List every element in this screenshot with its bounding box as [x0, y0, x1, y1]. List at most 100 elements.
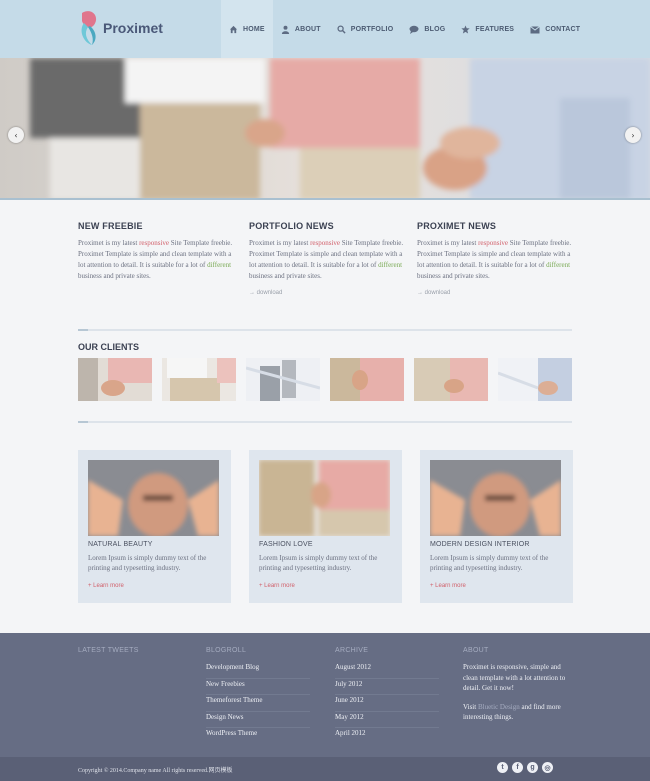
site-header: Proximet HOME ABOUT PORTFOLIO BLOG FEATU… [0, 0, 650, 58]
column-proximet-news: PROXIMET NEWS Proximet is my latest resp… [417, 221, 575, 296]
nav-about-label: ABOUT [294, 25, 321, 33]
archive-link[interactable]: August 2012 [335, 662, 439, 679]
archive-link[interactable]: April 2012 [335, 728, 439, 745]
logo-icon [81, 11, 97, 45]
text-part: Proximet is my latest [249, 239, 311, 247]
column-text: Proximet is my latest responsive Site Te… [78, 238, 236, 282]
learn-more-link[interactable]: + Learn more [259, 583, 295, 589]
text-part: business and private sites. [249, 272, 322, 280]
footer-bottom-bar: Copyright © 2014.Company name All rights… [0, 757, 650, 781]
about-text: Proximet is responsive, simple and clean… [463, 663, 566, 692]
feature-card: FASHION LOVE Lorem Ipsum is simply dummy… [249, 450, 402, 603]
nav-portfolio-label: PORTFOLIO [350, 25, 394, 33]
slider-next-button[interactable]: › [625, 127, 641, 143]
nav-features[interactable]: FEATURES [453, 0, 522, 58]
client-logo[interactable] [498, 358, 572, 401]
visit-link[interactable]: Bluetic Design [478, 703, 520, 711]
search-icon [337, 24, 346, 34]
logo[interactable]: Proximet [78, 8, 163, 48]
feature-card: NATURAL BEAUTY Lorem Ipsum is simply dum… [78, 450, 231, 603]
download-link[interactable]: → download [417, 290, 575, 296]
nav-portfolio[interactable]: PORTFOLIO [329, 0, 402, 58]
footer-blogroll: BLOGROLL Development Blog New Freebies T… [206, 647, 310, 745]
blogroll-link[interactable]: Development Blog [206, 662, 310, 679]
copyright: Copyright © 2014.Company name All rights… [78, 768, 233, 774]
user-icon [281, 25, 289, 34]
nav-blog[interactable]: BLOG [401, 0, 453, 58]
feature-text: Lorem Ipsum is simply dummy text of the … [88, 554, 207, 572]
text-part: Visit [463, 702, 478, 711]
blogroll-link[interactable]: Design News [206, 712, 310, 728]
archive-link[interactable]: May 2012 [335, 712, 439, 728]
column-text: Proximet is my latest responsive Site Te… [249, 238, 407, 282]
download-link[interactable]: → download [249, 290, 407, 296]
nav-home[interactable]: HOME [221, 0, 273, 58]
about-visit: Visit Bluetic Design and find more inter… [463, 702, 573, 723]
hero-image [0, 58, 650, 198]
link-responsive[interactable]: responsive [478, 239, 508, 247]
column-title: NEW FREEBIE [78, 221, 143, 231]
star-icon [461, 24, 471, 33]
slider-prev-button[interactable]: ‹ [8, 127, 24, 143]
client-logo[interactable] [414, 358, 488, 401]
link-different[interactable]: different [207, 261, 231, 269]
client-logo[interactable] [330, 358, 404, 401]
column-new-freebie: NEW FREEBIE Proximet is my latest respon… [78, 221, 236, 282]
blogroll-link[interactable]: WordPress Theme [206, 728, 310, 745]
hero-slider[interactable]: ‹ › [0, 58, 650, 200]
nav-features-label: FEATURES [475, 25, 515, 33]
facebook-icon[interactable]: f [512, 762, 523, 773]
mail-icon [530, 25, 540, 33]
column-text: Proximet is my latest responsive Site Te… [417, 238, 575, 282]
footer-heading: ARCHIVE [335, 647, 369, 654]
nav-home-label: HOME [243, 25, 265, 33]
social-links: t f g ◎ [497, 762, 557, 773]
link-different[interactable]: different [378, 261, 402, 269]
link-responsive[interactable]: responsive [310, 239, 340, 247]
main-nav: HOME ABOUT PORTFOLIO BLOG FEATURES CONTA… [221, 0, 588, 58]
divider [78, 329, 572, 331]
footer-tweets: LATEST TWEETS [78, 647, 139, 662]
feature-title: NATURAL BEAUTY [88, 541, 153, 548]
column-title: PORTFOLIO NEWS [249, 221, 334, 231]
text-part: Proximet is my latest [417, 239, 479, 247]
feature-image[interactable] [88, 460, 219, 536]
home-icon [229, 25, 238, 33]
link-responsive[interactable]: responsive [139, 239, 169, 247]
feature-title: FASHION LOVE [259, 541, 313, 548]
column-title: PROXIMET NEWS [417, 221, 497, 231]
blogroll-link[interactable]: New Freebies [206, 679, 310, 695]
brand-name: Proximet [103, 20, 163, 36]
footer-archive: ARCHIVE August 2012 July 2012 June 2012 … [335, 647, 439, 745]
archive-link[interactable]: June 2012 [335, 695, 439, 712]
client-logo[interactable] [162, 358, 236, 401]
feature-card: MODERN DESIGN INTERIOR Lorem Ipsum is si… [420, 450, 573, 603]
client-logo[interactable] [78, 358, 152, 401]
footer-heading: ABOUT [463, 647, 489, 654]
clients-strip [78, 358, 572, 401]
text-part: business and private sites. [78, 272, 151, 280]
column-portfolio-news: PORTFOLIO NEWS Proximet is my latest res… [249, 221, 407, 296]
footer-heading: LATEST TWEETS [78, 647, 139, 654]
footer-heading: BLOGROLL [206, 647, 247, 654]
client-logo[interactable] [246, 358, 320, 401]
feature-text: Lorem Ipsum is simply dummy text of the … [259, 554, 378, 572]
nav-contact[interactable]: CONTACT [522, 0, 588, 58]
footer-about: ABOUT Proximet is responsive, simple and… [463, 647, 573, 723]
divider [78, 421, 572, 423]
blogroll-link[interactable]: Themeforest Theme [206, 695, 310, 712]
learn-more-link[interactable]: + Learn more [430, 583, 466, 589]
feature-title: MODERN DESIGN INTERIOR [430, 541, 530, 548]
feature-image[interactable] [430, 460, 561, 536]
clients-title: OUR CLIENTS [78, 342, 140, 352]
dribbble-icon[interactable]: ◎ [542, 762, 553, 773]
chat-icon [409, 25, 419, 34]
link-different[interactable]: different [546, 261, 570, 269]
nav-about[interactable]: ABOUT [273, 0, 329, 58]
twitter-icon[interactable]: t [497, 762, 508, 773]
googleplus-icon[interactable]: g [527, 762, 538, 773]
feature-text: Lorem Ipsum is simply dummy text of the … [430, 554, 549, 572]
learn-more-link[interactable]: + Learn more [88, 583, 124, 589]
feature-image[interactable] [259, 460, 390, 536]
archive-link[interactable]: July 2012 [335, 679, 439, 695]
